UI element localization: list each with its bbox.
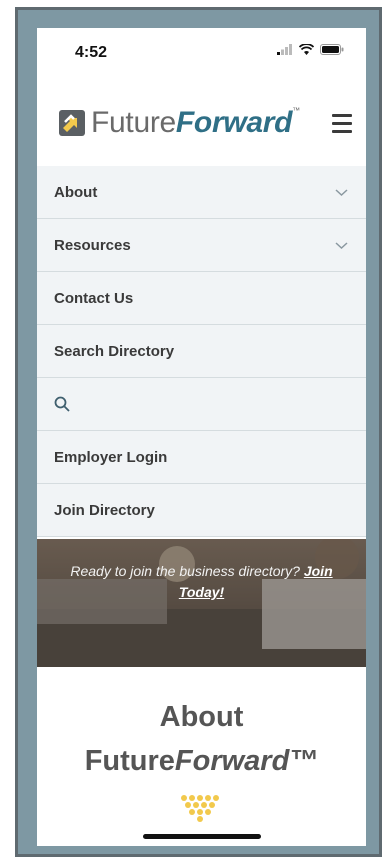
nav-item-label: Resources bbox=[54, 236, 131, 254]
nav-item-join-directory[interactable]: Join Directory bbox=[37, 484, 366, 537]
hamburger-menu-button[interactable] bbox=[332, 114, 352, 134]
nav-item-contact-us[interactable]: Contact Us bbox=[37, 272, 366, 325]
nav-item-search-directory[interactable]: Search Directory bbox=[37, 325, 366, 378]
mobile-nav-menu: About Resources Contact Us Search Direct… bbox=[37, 166, 366, 537]
logo-mark-icon bbox=[59, 110, 85, 136]
about-brand-heading: FutureForward™ bbox=[37, 740, 366, 782]
menu-bar-icon bbox=[332, 130, 352, 133]
about-heading: About bbox=[159, 701, 244, 733]
futureforward-logo[interactable]: FutureForward™ bbox=[57, 106, 300, 140]
signal-icon bbox=[277, 44, 292, 55]
battery-icon bbox=[320, 44, 344, 55]
banner-message: Ready to join the business directory? bbox=[70, 563, 300, 579]
nav-item-about[interactable]: About bbox=[37, 166, 366, 219]
menu-bar-icon bbox=[332, 114, 352, 117]
decorative-dots-icon bbox=[181, 795, 219, 822]
phone-screen: 4:52 FutureForward™ About Resources Cont… bbox=[37, 28, 366, 846]
nav-item-search[interactable] bbox=[37, 378, 366, 431]
nav-item-label: Search Directory bbox=[54, 342, 175, 360]
status-time: 4:52 bbox=[75, 44, 108, 61]
logo-trademark: ™ bbox=[292, 106, 300, 115]
nav-item-label: About bbox=[54, 183, 98, 201]
about-brand-accent: Forward™ bbox=[174, 745, 319, 777]
nav-item-label: Employer Login bbox=[54, 448, 168, 466]
wifi-icon bbox=[299, 44, 314, 55]
nav-item-resources[interactable]: Resources bbox=[37, 219, 366, 272]
today-link-text: Today! bbox=[178, 584, 225, 600]
about-brand-main: Future bbox=[84, 745, 175, 777]
chevron-down-icon[interactable] bbox=[335, 239, 348, 252]
logo-text: FutureForward™ bbox=[91, 106, 300, 140]
nav-item-label: Join Directory bbox=[54, 501, 155, 519]
logo-text-accent: Forward bbox=[175, 106, 293, 139]
menu-bar-icon bbox=[332, 122, 352, 125]
home-indicator[interactable] bbox=[143, 834, 261, 839]
nav-item-employer-login[interactable]: Employer Login bbox=[37, 431, 366, 484]
status-bar: 4:52 bbox=[37, 28, 366, 78]
logo-text-main: Future bbox=[91, 106, 176, 139]
banner-text: Ready to join the business directory? Jo… bbox=[37, 561, 366, 603]
join-link-text: Join bbox=[303, 563, 333, 579]
search-icon[interactable] bbox=[54, 396, 70, 412]
site-header: FutureForward™ bbox=[37, 78, 366, 166]
nav-item-label: Contact Us bbox=[54, 289, 134, 307]
join-directory-banner: Ready to join the business directory? Jo… bbox=[37, 539, 366, 667]
chevron-down-icon[interactable] bbox=[335, 186, 348, 199]
banner-overlay bbox=[37, 539, 366, 667]
status-icons bbox=[277, 44, 344, 55]
